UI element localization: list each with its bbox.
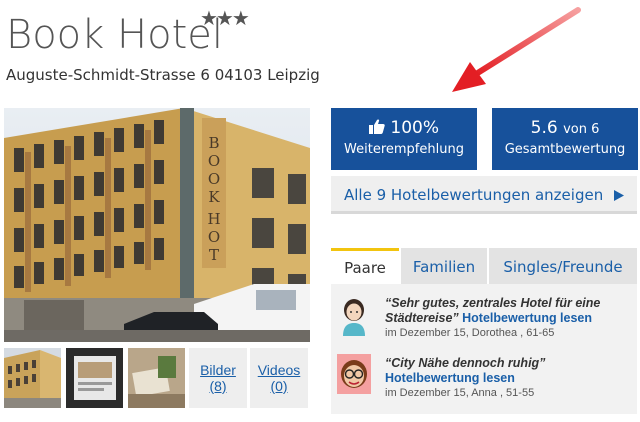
thumbnail-3[interactable] bbox=[128, 348, 185, 408]
bilder-label: Bilder bbox=[200, 362, 236, 378]
thumbnail-1-image bbox=[4, 348, 61, 408]
svg-text:O: O bbox=[208, 152, 220, 170]
svg-text:O: O bbox=[208, 170, 220, 188]
svg-text:K: K bbox=[208, 188, 220, 206]
avatar-glasses-icon bbox=[337, 354, 371, 394]
videos-label: Videos bbox=[257, 362, 301, 378]
hotel-address: Auguste-Schmidt-Strasse 6 04103 Leipzig bbox=[6, 66, 320, 84]
hotel-title: Book Hotel bbox=[6, 12, 223, 58]
recommendation-value: 100% bbox=[390, 118, 439, 138]
tab-paare[interactable]: Paare bbox=[331, 248, 399, 284]
review-quote: “City Nähe dennoch ruhig” bbox=[385, 356, 546, 370]
rating-label: Gesamtbewertung bbox=[504, 142, 626, 157]
triangle-right-icon bbox=[613, 190, 624, 201]
overall-rating-box[interactable]: 5.6 von 6 Gesamtbewertung bbox=[492, 108, 638, 170]
thumbnail-2[interactable] bbox=[66, 348, 123, 408]
bilder-link[interactable]: Bilder (8) bbox=[189, 348, 247, 408]
thumbnail-3-image bbox=[128, 348, 185, 408]
svg-text:T: T bbox=[209, 246, 219, 264]
reviews-panel: “Sehr gutes, zentrales Hotel für eine St… bbox=[331, 284, 637, 414]
thumbs-up-icon bbox=[368, 119, 385, 134]
recommendation-label: Weiterempfehlung bbox=[344, 142, 464, 157]
rating-suffix: von 6 bbox=[563, 122, 600, 137]
review-read-link[interactable]: Hotelbewertung lesen bbox=[462, 311, 592, 325]
hotel-main-photo[interactable]: B O O K H O T bbox=[4, 108, 310, 342]
review-meta: im Dezember 15, Dorothea , 61-65 bbox=[385, 327, 555, 339]
svg-text:O: O bbox=[208, 228, 220, 246]
hotel-building-illustration: B O O K H O T bbox=[4, 108, 310, 342]
rating-value: 5.6 bbox=[530, 118, 558, 138]
avatar-female-icon bbox=[343, 299, 365, 336]
tab-familien[interactable]: Familien bbox=[401, 248, 487, 284]
all-reviews-label: Alle 9 Hotelbewertungen anzeigen bbox=[344, 186, 604, 204]
bilder-count: (8) bbox=[209, 378, 227, 394]
review-meta: im Dezember 15, Anna , 51-55 bbox=[385, 387, 535, 399]
all-reviews-button[interactable]: Alle 9 Hotelbewertungen anzeigen bbox=[331, 176, 637, 214]
thumbnail-1[interactable] bbox=[4, 348, 61, 408]
thumbnail-2-image bbox=[66, 348, 123, 408]
hotel-stars-rating: ★★★ bbox=[200, 8, 250, 30]
tab-singles-freunde[interactable]: Singles/Freunde bbox=[489, 248, 637, 284]
review-read-link[interactable]: Hotelbewertung lesen bbox=[385, 371, 515, 385]
videos-count: (0) bbox=[270, 378, 288, 394]
recommendation-box[interactable]: 100% Weiterempfehlung bbox=[331, 108, 477, 170]
svg-text:H: H bbox=[207, 210, 220, 228]
review-tabs: Paare Familien Singles/Freunde bbox=[331, 248, 637, 284]
videos-link[interactable]: Videos (0) bbox=[250, 348, 308, 408]
svg-text:B: B bbox=[208, 134, 219, 152]
